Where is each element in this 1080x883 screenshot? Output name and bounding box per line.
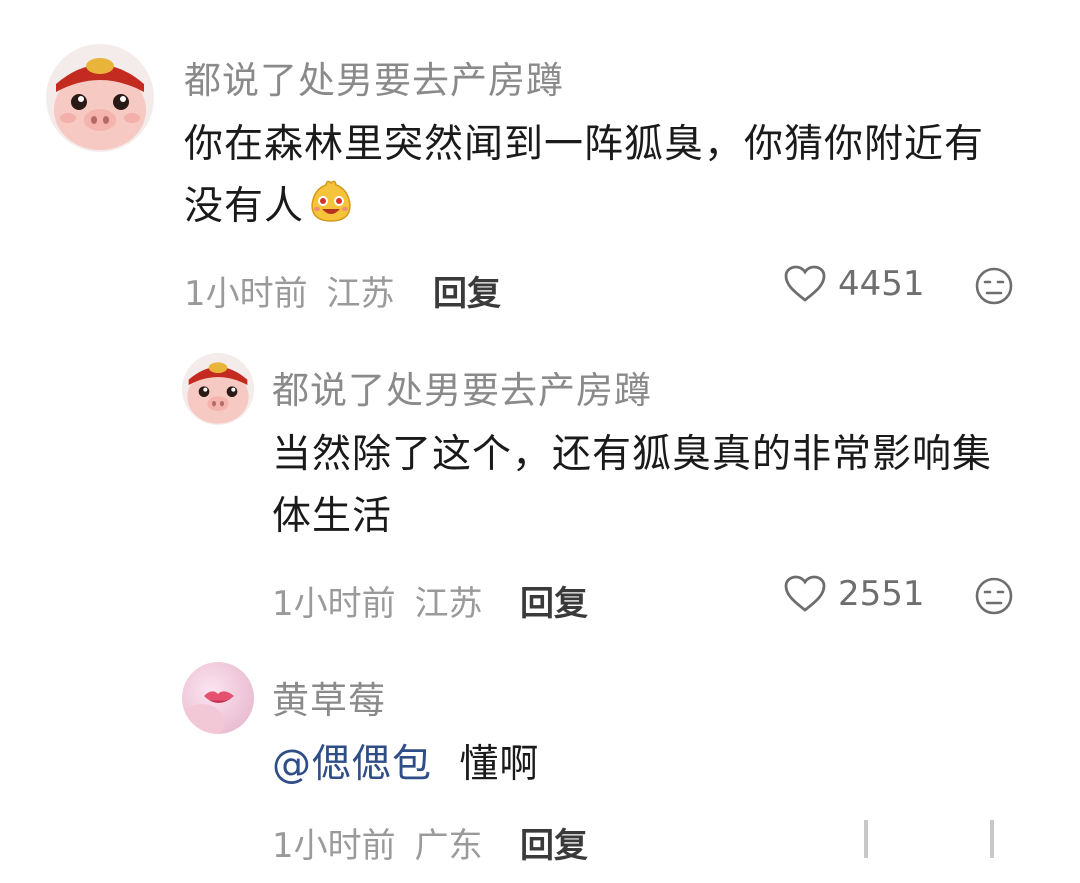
username[interactable]: 黄草莓: [272, 670, 386, 724]
comment-text: @偲偲包 懂啊: [272, 734, 1052, 796]
lips-avatar-icon[interactable]: [182, 662, 254, 734]
timestamp: 1小时前: [272, 826, 396, 866]
reply-button[interactable]: 回复: [520, 818, 588, 867]
reply-comment-item: 黄草莓 @偲偲包 懂啊 1小时前 广东 回复: [0, 0, 1080, 883]
comment-meta: 1小时前 广东: [272, 818, 482, 867]
location: 广东: [414, 826, 483, 866]
mention-link[interactable]: @偲偲包: [272, 742, 432, 787]
loading-bar-icon: [864, 820, 868, 858]
loading-bar-icon: [990, 820, 994, 858]
comment-text-segment: 懂啊: [459, 742, 540, 787]
